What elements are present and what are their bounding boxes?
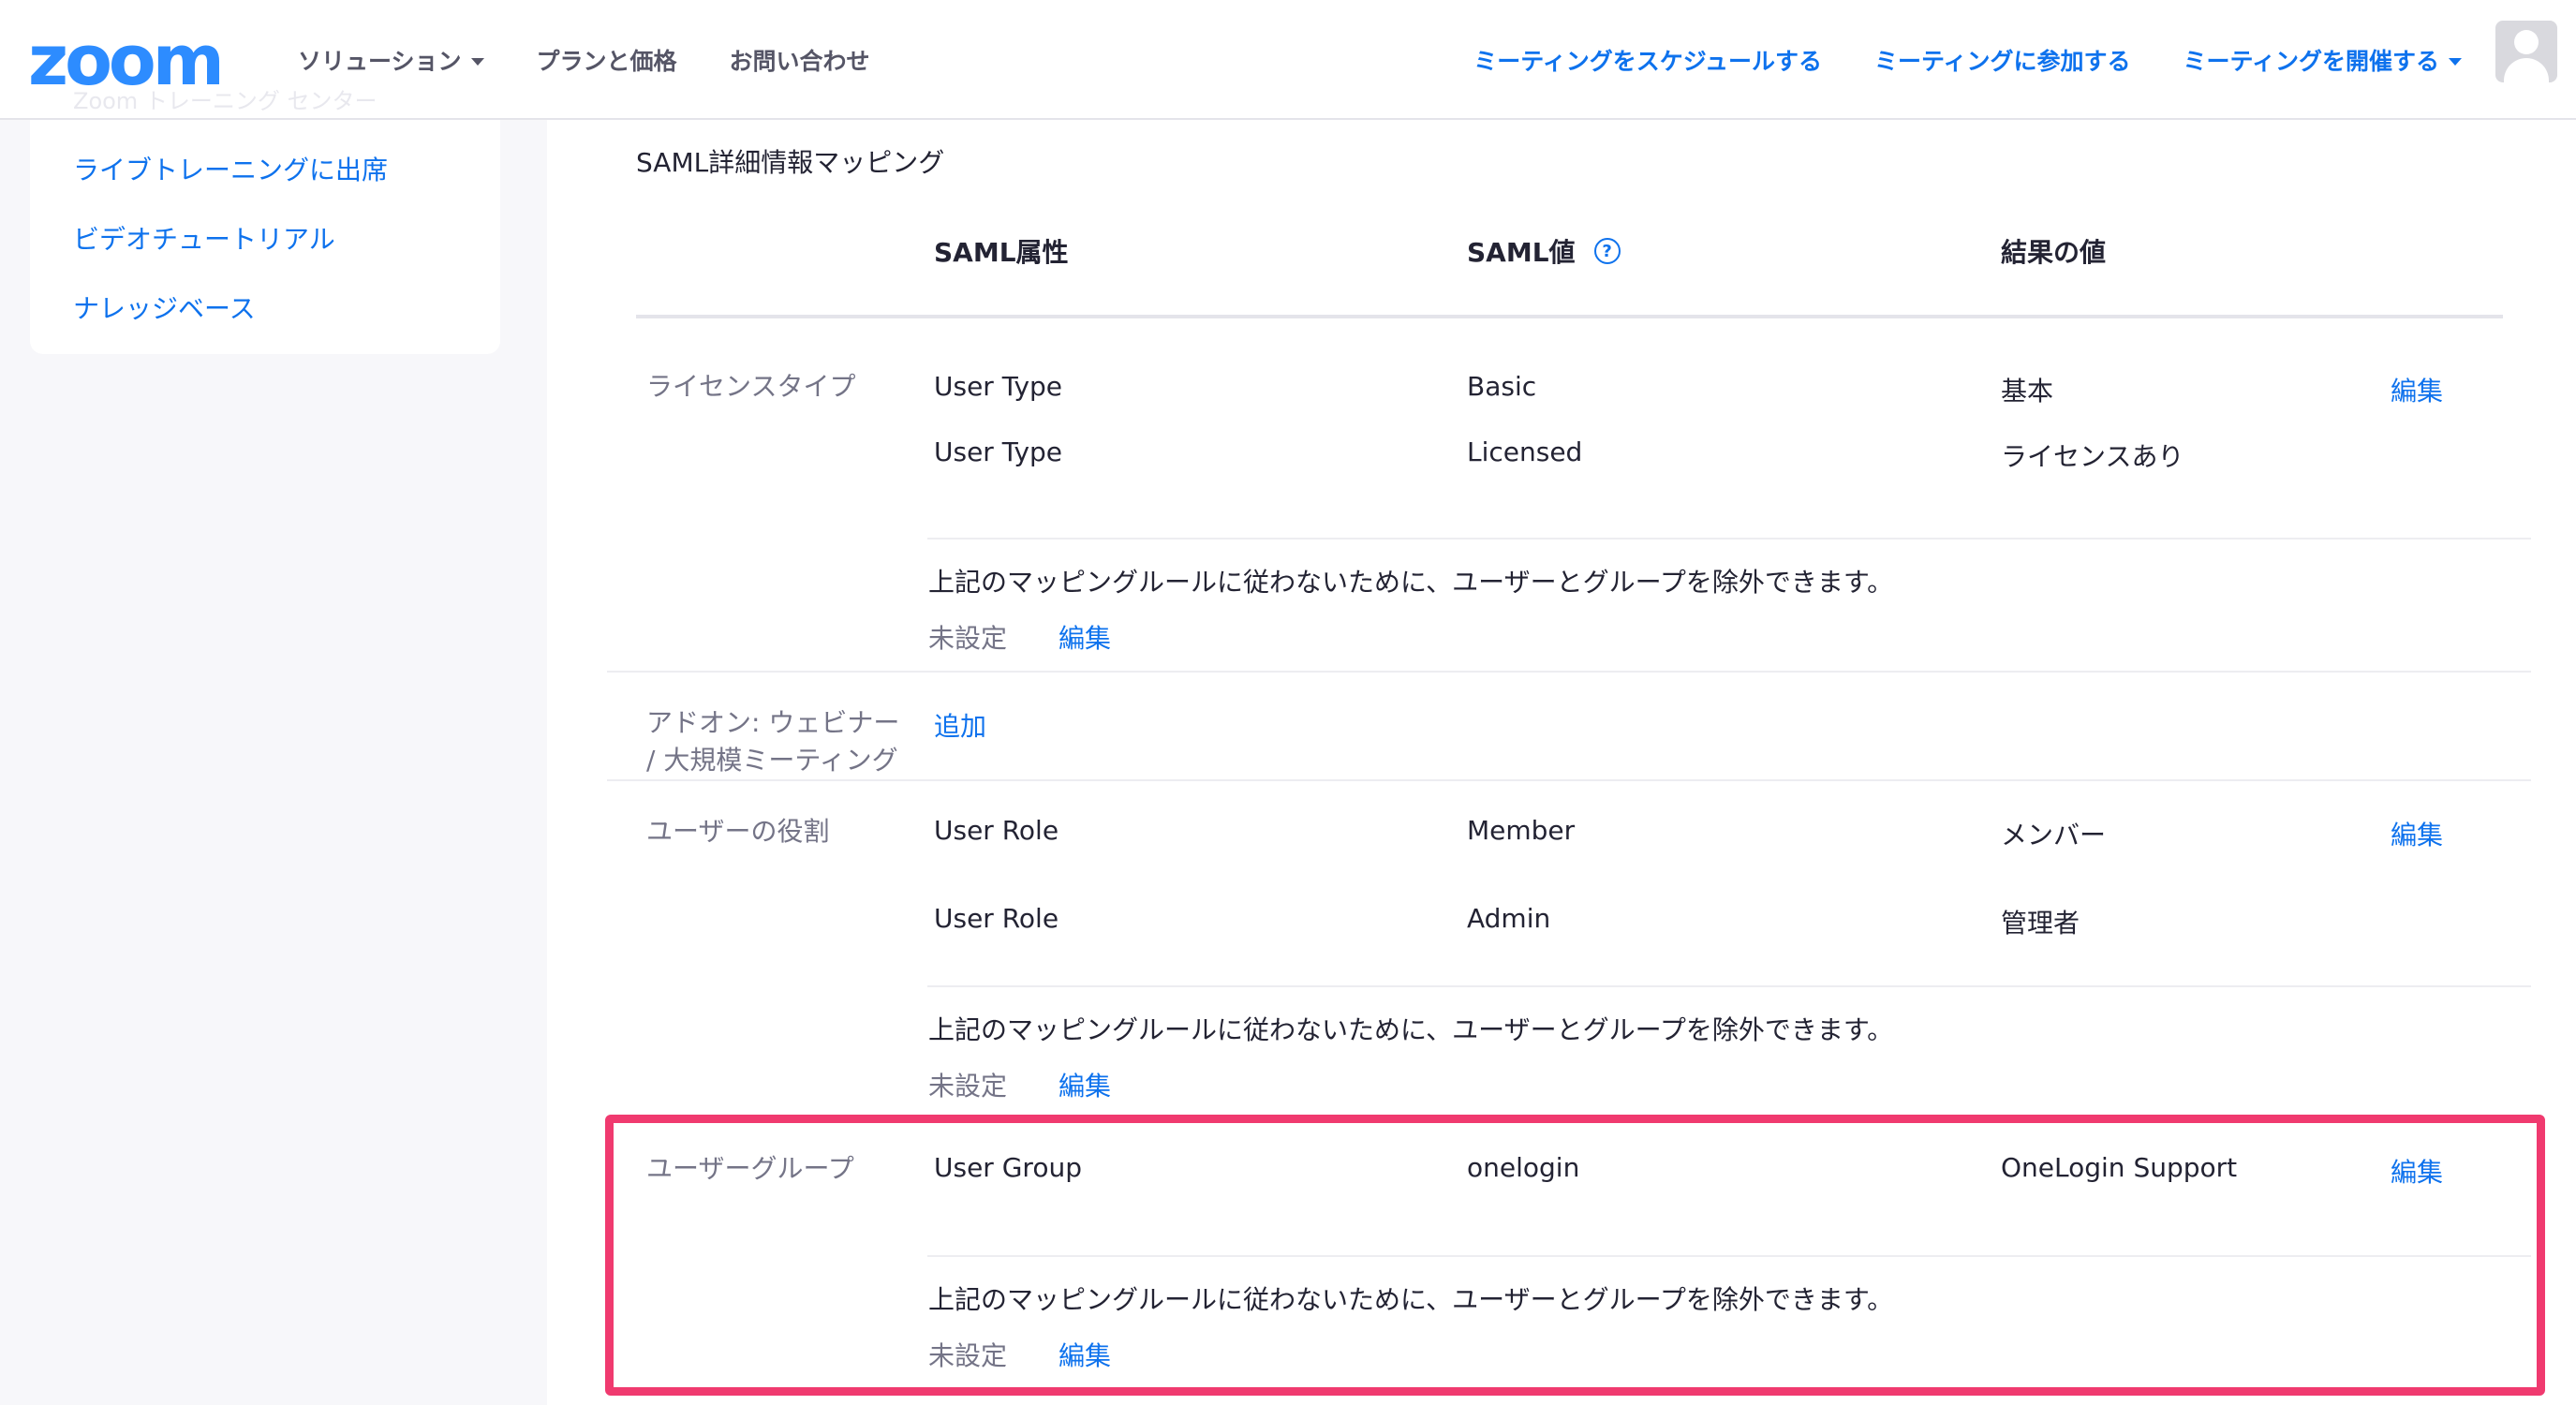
schedule-meeting-link[interactable]: ミーティングをスケジュールする	[1473, 43, 1822, 77]
saml-attribute-cell: User Role	[934, 903, 1059, 934]
exclude-status: 未設定	[928, 623, 1008, 654]
chevron-down-icon	[2449, 57, 2462, 66]
section-title: SAML詳細情報マッピング	[636, 147, 945, 178]
result-value-cell: メンバー	[2001, 820, 2107, 850]
host-meeting-menu[interactable]: ミーティングを開催する	[2183, 43, 2462, 77]
header-divider	[636, 315, 2503, 318]
edit-license-mapping-button[interactable]: 編集	[2391, 371, 2443, 408]
sidebar-link-live-training[interactable]: ライブトレーニングに出席	[73, 150, 388, 187]
col-header-result-value: 結果の値	[2001, 237, 2107, 268]
saml-attribute-cell: User Type	[934, 371, 1063, 402]
saml-attribute-cell: User Role	[934, 815, 1059, 846]
avatar-head	[2514, 30, 2539, 54]
exclude-note: 上記のマッピングルールに従わないために、ユーザーとグループを除外できます。	[928, 567, 1894, 598]
col-header-saml-attribute: SAML属性	[934, 237, 1069, 268]
result-value-cell: ライセンスあり	[2001, 441, 2184, 472]
highlight-box	[605, 1115, 2545, 1396]
help-icon[interactable]: ?	[1593, 238, 1621, 264]
add-addon-button[interactable]: 追加	[934, 706, 986, 744]
nav-right: ミーティングをスケジュールする ミーティングに参加する ミーティングを開催する	[1473, 43, 2462, 77]
edit-license-exclusion-button[interactable]: 編集	[1059, 618, 1111, 656]
divider	[607, 779, 2531, 781]
saml-value-cell: Admin	[1467, 903, 1551, 934]
sidebar-link-video-tutorials[interactable]: ビデオチュートリアル	[73, 219, 335, 257]
nav-left: ソリューション プランと価格 お問い合わせ	[298, 43, 870, 77]
edit-role-exclusion-button[interactable]: 編集	[1059, 1066, 1111, 1103]
row-label-addon-line1: アドオン: ウェビナー	[646, 707, 900, 738]
sidebar-ghost-heading: Zoom トレーニング センター	[73, 88, 378, 114]
main-content: SAML詳細情報マッピング SAML属性 SAML値 ? 結果の値 ライセンスタ…	[547, 120, 2576, 1405]
saml-value-cell: Basic	[1467, 371, 1537, 402]
exclude-status: 未設定	[928, 1071, 1008, 1102]
nav-plans-pricing[interactable]: プランと価格	[537, 43, 677, 77]
sidebar-link-knowledge-base[interactable]: ナレッジベース	[73, 288, 256, 326]
saml-value-cell: Licensed	[1467, 436, 1583, 467]
row-label-user-role: ユーザーの役割	[646, 816, 830, 847]
row-label-license-type: ライセンスタイプ	[646, 371, 856, 402]
chevron-down-icon	[470, 57, 484, 66]
saml-attribute-cell: User Type	[934, 436, 1063, 467]
result-value-cell: 管理者	[2001, 908, 2080, 939]
row-label-addon-line2: / 大規模ミーティング	[646, 745, 898, 776]
divider	[607, 671, 2531, 673]
avatar-body	[2504, 58, 2549, 82]
edit-role-mapping-button[interactable]: 編集	[2391, 815, 2443, 852]
avatar[interactable]	[2495, 21, 2557, 82]
nav-contact[interactable]: お問い合わせ	[730, 43, 870, 77]
result-value-cell: 基本	[2001, 376, 2054, 407]
join-meeting-link[interactable]: ミーティングに参加する	[1874, 43, 2131, 77]
top-header: zoom ソリューション プランと価格 お問い合わせ ミーティングをスケジュール…	[0, 0, 2576, 120]
nav-solutions[interactable]: ソリューション	[298, 43, 484, 77]
divider	[927, 538, 2531, 540]
divider	[927, 985, 2531, 987]
saml-value-cell: Member	[1467, 815, 1576, 846]
exclude-note: 上記のマッピングルールに従わないために、ユーザーとグループを除外できます。	[928, 1014, 1894, 1045]
col-header-saml-value: SAML値 ?	[1467, 232, 1621, 270]
